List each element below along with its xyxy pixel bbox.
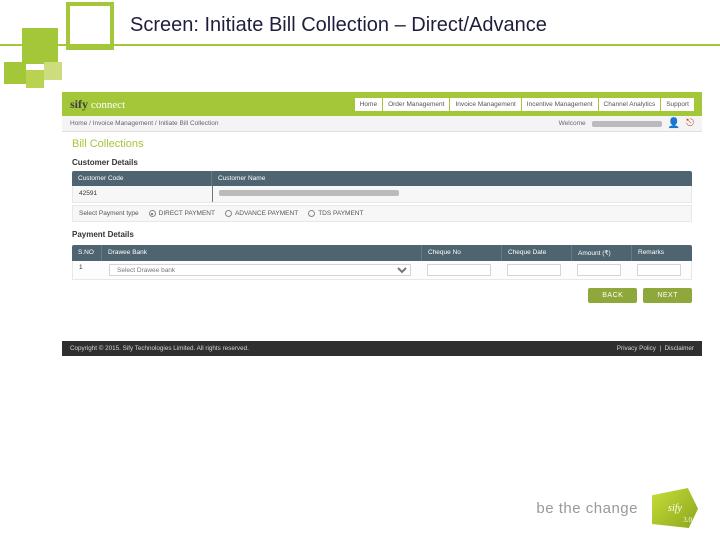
logout-icon[interactable]: ⎋ bbox=[686, 118, 694, 129]
customer-name-redacted bbox=[219, 190, 399, 196]
deco-square-c bbox=[26, 70, 44, 88]
sify-logo-version: 3.0 bbox=[683, 516, 692, 524]
td-cheque-date bbox=[501, 261, 571, 279]
nav-order-management[interactable]: Order Management bbox=[383, 98, 449, 111]
next-button[interactable]: NEXT bbox=[643, 288, 692, 303]
th-drawee-bank: Drawee Bank bbox=[102, 245, 422, 261]
payment-type-row: Select Payment type DIRECT PAYMENT ADVAN… bbox=[72, 205, 692, 222]
customer-value-row: 42591 bbox=[72, 186, 692, 203]
th-sno: S.NO bbox=[72, 245, 102, 261]
nav-channel-analytics[interactable]: Channel Analytics bbox=[599, 98, 661, 111]
nav-invoice-management[interactable]: Invoice Management bbox=[450, 98, 520, 111]
top-nav: Home Order Management Invoice Management… bbox=[355, 98, 694, 111]
th-amount: Amount (₹) bbox=[572, 245, 632, 261]
drawee-bank-select[interactable]: Select Drawee bank bbox=[109, 264, 411, 276]
app-window: sify connect Home Order Management Invoi… bbox=[62, 92, 702, 356]
amount-input[interactable] bbox=[577, 264, 621, 276]
customer-code-value: 42591 bbox=[73, 186, 213, 202]
welcome-area: Welcome 👤 ⎋ bbox=[559, 118, 694, 129]
nav-support[interactable]: Support bbox=[661, 98, 694, 111]
button-row: BACK NEXT bbox=[62, 280, 702, 311]
footer-links: Privacy Policy | Disclaimer bbox=[617, 345, 694, 352]
payment-option-direct[interactable]: DIRECT PAYMENT bbox=[149, 210, 215, 217]
user-icon[interactable]: 👤 bbox=[668, 118, 680, 129]
customer-name-value bbox=[213, 186, 691, 202]
td-remarks bbox=[631, 261, 691, 279]
customer-name-header: Customer Name bbox=[212, 171, 692, 186]
td-sno: 1 bbox=[73, 261, 103, 279]
sify-logo-icon: sify 3.0 bbox=[652, 488, 698, 528]
footer-bar: Copyright © 2015. Sify Technologies Limi… bbox=[62, 341, 702, 356]
th-cheque-no: Cheque No bbox=[422, 245, 502, 261]
logo-sub: connect bbox=[91, 99, 125, 111]
welcome-label: Welcome bbox=[559, 120, 586, 127]
th-cheque-date: Cheque Date bbox=[502, 245, 572, 261]
payment-details-heading: Payment Details bbox=[62, 226, 702, 243]
page-title: Bill Collections bbox=[62, 132, 702, 154]
branding-tagline: be the change bbox=[536, 500, 638, 517]
remarks-input[interactable] bbox=[637, 264, 681, 276]
slide-title: Screen: Initiate Bill Collection – Direc… bbox=[130, 14, 547, 37]
radio-icon bbox=[149, 210, 156, 217]
footer-copyright: Copyright © 2015. Sify Technologies Limi… bbox=[70, 345, 249, 352]
customer-header-row: Customer Code Customer Name bbox=[72, 171, 692, 186]
breadcrumb-bar: Home / Invoice Management / Initiate Bil… bbox=[62, 116, 702, 132]
payment-option-label: DIRECT PAYMENT bbox=[159, 210, 215, 217]
title-underline bbox=[0, 44, 720, 46]
app-header: sify connect Home Order Management Invoi… bbox=[62, 92, 702, 116]
payment-option-advance[interactable]: ADVANCE PAYMENT bbox=[225, 210, 298, 217]
deco-square-d bbox=[44, 62, 62, 80]
td-drawee-bank: Select Drawee bank bbox=[103, 261, 421, 279]
cheque-date-input[interactable] bbox=[507, 264, 561, 276]
customer-details-heading: Customer Details bbox=[62, 154, 702, 171]
app-logo: sify connect bbox=[70, 97, 125, 112]
back-button[interactable]: BACK bbox=[588, 288, 637, 303]
radio-icon bbox=[225, 210, 232, 217]
td-cheque-no bbox=[421, 261, 501, 279]
deco-square-a bbox=[22, 28, 58, 64]
radio-icon bbox=[308, 210, 315, 217]
payment-type-label: Select Payment type bbox=[79, 210, 139, 217]
logo-main: sify bbox=[70, 97, 88, 111]
welcome-username-redacted bbox=[592, 121, 662, 127]
cheque-no-input[interactable] bbox=[427, 264, 491, 276]
payment-option-tds[interactable]: TDS PAYMENT bbox=[308, 210, 363, 217]
nav-incentive-management[interactable]: Incentive Management bbox=[522, 98, 598, 111]
breadcrumb[interactable]: Home / Invoice Management / Initiate Bil… bbox=[70, 120, 219, 127]
customer-code-header: Customer Code bbox=[72, 171, 212, 186]
td-amount bbox=[571, 261, 631, 279]
footer-disclaimer-link[interactable]: Disclaimer bbox=[665, 345, 694, 352]
payment-table-header: S.NO Drawee Bank Cheque No Cheque Date A… bbox=[72, 245, 692, 261]
th-remarks: Remarks bbox=[632, 245, 692, 261]
deco-square-b bbox=[4, 62, 26, 84]
table-row: 1 Select Drawee bank bbox=[72, 261, 692, 280]
sify-logo-text: sify bbox=[668, 503, 682, 514]
footer-privacy-link[interactable]: Privacy Policy bbox=[617, 345, 656, 352]
nav-home[interactable]: Home bbox=[355, 98, 382, 111]
deco-square-outline bbox=[66, 2, 114, 50]
payment-option-label: ADVANCE PAYMENT bbox=[235, 210, 298, 217]
payment-option-label: TDS PAYMENT bbox=[318, 210, 363, 217]
slide-branding: be the change sify 3.0 bbox=[536, 488, 698, 528]
